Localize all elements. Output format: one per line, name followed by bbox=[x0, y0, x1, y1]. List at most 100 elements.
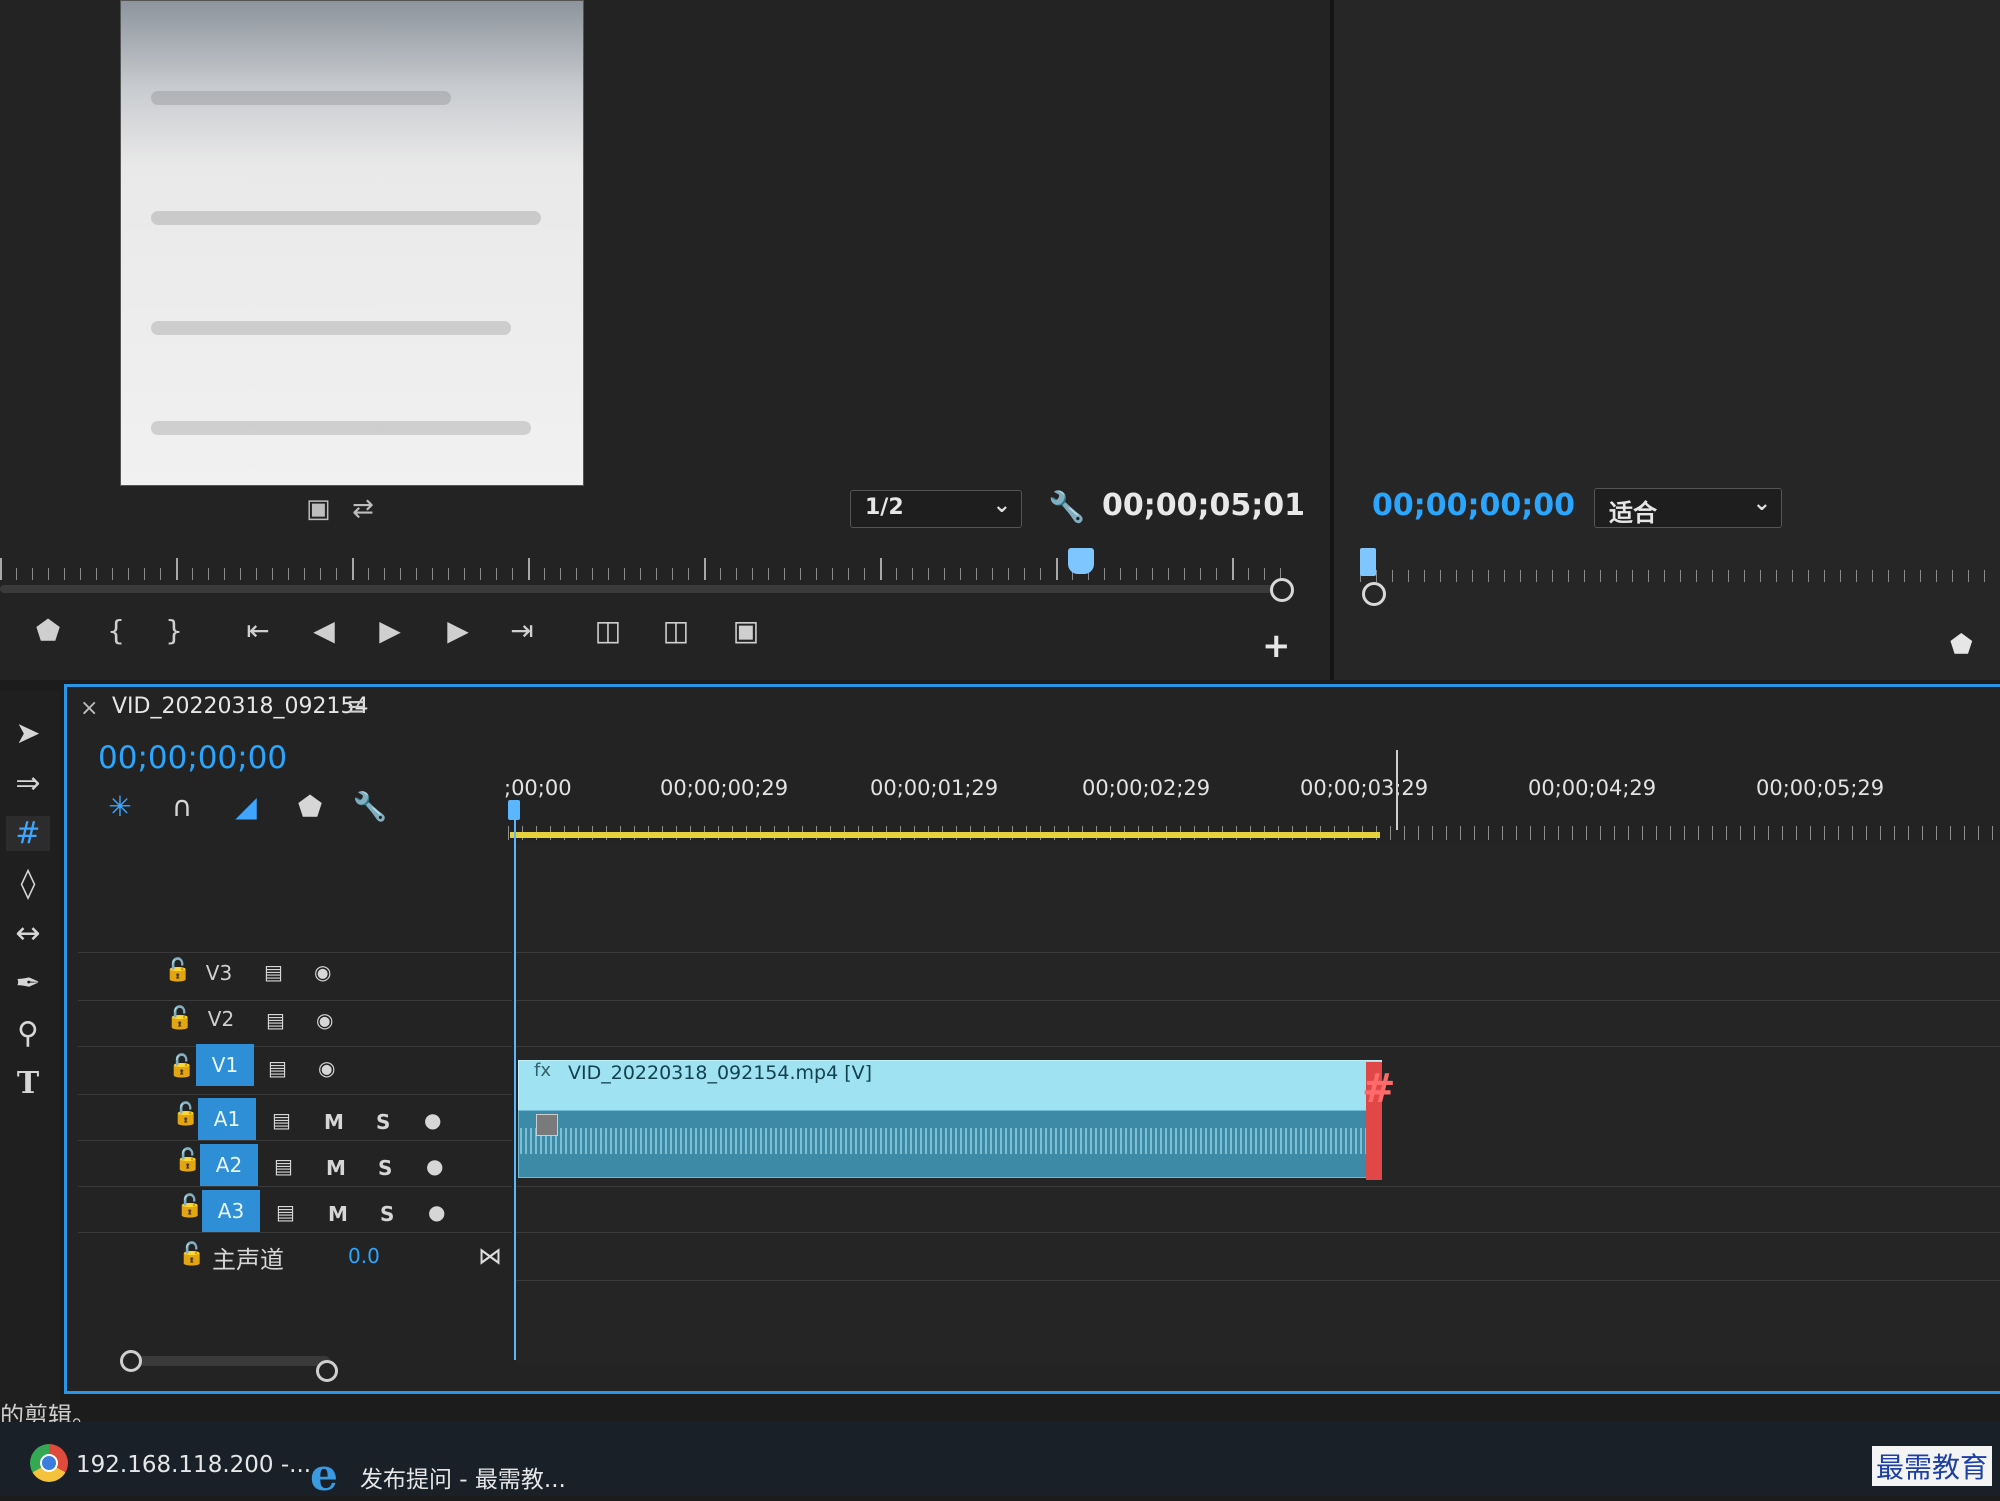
source-settings-wrench-icon[interactable]: 🔧 bbox=[1048, 490, 1085, 525]
track-name-v2[interactable]: V2 bbox=[192, 998, 250, 1040]
program-add-marker-icon[interactable]: ⬟ bbox=[1950, 630, 1973, 660]
go-to-end-icon[interactable]: ⋈ bbox=[478, 1242, 502, 1270]
microphone-icon[interactable]: ● bbox=[424, 1108, 441, 1132]
type-tool-icon[interactable]: T bbox=[6, 1066, 50, 1101]
track-separator bbox=[78, 1186, 512, 1187]
watermark-text: 最需教育 bbox=[1872, 1446, 1993, 1486]
ruler-label: ;00;00 bbox=[504, 776, 572, 800]
pen-tool-icon[interactable]: ✒ bbox=[6, 966, 50, 1001]
source-zoom-value: 1/2 bbox=[865, 495, 904, 520]
track-select-tool-icon[interactable]: ⇒ bbox=[6, 766, 50, 801]
solo-button[interactable]: S bbox=[378, 1156, 392, 1180]
internet-explorer-icon[interactable]: e bbox=[310, 1450, 338, 1501]
source-playhead[interactable] bbox=[1068, 548, 1094, 574]
source-scroll-handle[interactable] bbox=[1270, 578, 1294, 602]
close-icon[interactable]: × bbox=[80, 696, 98, 721]
sequence-tab[interactable]: VID_20220318_092154 bbox=[112, 694, 368, 719]
sync-lock-icon[interactable]: ▤ bbox=[274, 1154, 293, 1178]
drag-audio-icon[interactable]: ⇄ bbox=[352, 494, 374, 524]
taskbar-item-ie[interactable]: 发布提问 - 最需教... bbox=[360, 1460, 566, 1494]
program-fit-select[interactable]: 适合 ⌄ bbox=[1594, 488, 1782, 528]
lock-icon[interactable]: 🔓 bbox=[176, 1194, 203, 1219]
track-name-v3[interactable]: V3 bbox=[190, 952, 248, 994]
overwrite-button[interactable]: ◫ bbox=[654, 614, 698, 647]
taskbar-item-chrome[interactable]: 192.168.118.200 -... bbox=[76, 1452, 311, 1478]
solo-button[interactable]: S bbox=[380, 1202, 394, 1226]
scroll-handle-start[interactable] bbox=[120, 1350, 142, 1372]
go-to-out-button[interactable]: ⇥ bbox=[500, 614, 544, 647]
mute-button[interactable]: M bbox=[326, 1156, 346, 1180]
microphone-icon[interactable]: ● bbox=[426, 1154, 443, 1178]
track-name-a2[interactable]: A2 bbox=[200, 1144, 258, 1186]
eye-icon[interactable]: ◉ bbox=[318, 1056, 335, 1080]
nest-sequence-icon[interactable]: ✳ bbox=[100, 790, 140, 823]
timeline-settings-wrench-icon[interactable]: 🔧 bbox=[350, 790, 390, 823]
lock-icon[interactable]: 🔓 bbox=[164, 958, 191, 983]
master-volume-value[interactable]: 0.0 bbox=[348, 1244, 380, 1268]
camera-icon[interactable]: ▣ bbox=[724, 614, 768, 647]
ruler-label: 00;00;00;29 bbox=[660, 776, 789, 800]
solo-button[interactable]: S bbox=[376, 1110, 390, 1134]
lock-icon[interactable]: 🔓 bbox=[168, 1054, 195, 1079]
insert-button[interactable]: ◫ bbox=[586, 614, 630, 647]
timeline-timecode[interactable]: 00;00;00;00 bbox=[98, 740, 287, 776]
lock-icon[interactable]: 🔓 bbox=[174, 1148, 201, 1173]
razor-tool-icon[interactable]: ◊ bbox=[6, 866, 50, 901]
eye-icon[interactable]: ◉ bbox=[314, 960, 331, 984]
work-area-bar[interactable] bbox=[510, 832, 1380, 838]
lock-icon[interactable]: 🔓 bbox=[172, 1102, 199, 1127]
play-button[interactable]: ▶ bbox=[368, 614, 412, 647]
program-scroll-handle[interactable] bbox=[1362, 582, 1386, 606]
selection-tool-icon[interactable]: ➤ bbox=[6, 716, 50, 751]
track-name-v1[interactable]: V1 bbox=[196, 1044, 254, 1086]
sync-lock-icon[interactable]: ▤ bbox=[276, 1200, 295, 1224]
program-fit-value: 适合 bbox=[1609, 499, 1657, 527]
panel-menu-icon[interactable]: ≡ bbox=[346, 692, 368, 722]
go-to-in-button[interactable]: ⇤ bbox=[236, 614, 280, 647]
program-playhead[interactable] bbox=[1360, 548, 1376, 576]
track-lane-line bbox=[516, 952, 2000, 953]
lock-icon[interactable]: 🔓 bbox=[166, 1006, 193, 1031]
lock-icon[interactable]: 🔓 bbox=[178, 1242, 205, 1267]
ruler-label: 00;00;02;29 bbox=[1082, 776, 1211, 800]
add-marker-icon[interactable]: ⬟ bbox=[290, 790, 330, 823]
button-editor-add-icon[interactable]: + bbox=[1262, 626, 1291, 666]
program-timecode[interactable]: 00;00;00;00 bbox=[1372, 488, 1575, 523]
chrome-icon[interactable] bbox=[30, 1444, 68, 1482]
track-name-a1[interactable]: A1 bbox=[198, 1098, 256, 1140]
mute-button[interactable]: M bbox=[324, 1110, 344, 1134]
add-marker-button[interactable]: ⬟ bbox=[26, 614, 70, 647]
step-back-button[interactable]: ◀ bbox=[302, 614, 346, 647]
source-duration-timecode: 00;00;05;01 bbox=[1102, 488, 1305, 523]
timeline-zoom-scrollbar[interactable] bbox=[124, 1356, 330, 1366]
timeline-time-ruler[interactable] bbox=[508, 810, 2000, 844]
hover-indicator-line bbox=[1396, 750, 1398, 830]
step-forward-button[interactable]: ▶ bbox=[436, 614, 480, 647]
mark-out-button[interactable]: } bbox=[152, 614, 196, 647]
snap-magnet-icon[interactable]: ∩ bbox=[162, 790, 202, 823]
export-frame-icon[interactable]: ▣ bbox=[306, 494, 331, 524]
track-separator bbox=[78, 1232, 512, 1233]
track-name-a3[interactable]: A3 bbox=[202, 1190, 260, 1232]
timeline-playhead[interactable] bbox=[508, 800, 520, 820]
mute-button[interactable]: M bbox=[328, 1202, 348, 1226]
sync-lock-icon[interactable]: ▤ bbox=[268, 1056, 287, 1080]
track-lane-line bbox=[516, 1046, 2000, 1047]
sync-lock-icon[interactable]: ▤ bbox=[266, 1008, 285, 1032]
eye-icon[interactable]: ◉ bbox=[316, 1008, 333, 1032]
source-zoom-select[interactable]: 1/2 ⌄ bbox=[850, 490, 1022, 528]
scroll-handle-end[interactable] bbox=[316, 1360, 338, 1382]
program-time-ruler[interactable] bbox=[1360, 556, 2000, 582]
timeline-playhead-line[interactable] bbox=[514, 800, 516, 1360]
mark-in-button[interactable]: { bbox=[94, 614, 138, 647]
zoom-tool-icon[interactable]: ⚲ bbox=[6, 1016, 50, 1051]
ripple-edit-tool-icon[interactable]: # bbox=[6, 816, 50, 851]
source-zoom-scrollbar[interactable] bbox=[0, 585, 1290, 593]
linked-selection-icon[interactable]: ◢ bbox=[226, 790, 266, 823]
slip-tool-icon[interactable]: ↔ bbox=[6, 916, 50, 951]
chevron-down-icon: ⌄ bbox=[992, 493, 1011, 518]
track-separator bbox=[78, 952, 512, 953]
sync-lock-icon[interactable]: ▤ bbox=[264, 960, 283, 984]
sync-lock-icon[interactable]: ▤ bbox=[272, 1108, 291, 1132]
microphone-icon[interactable]: ● bbox=[428, 1200, 445, 1224]
